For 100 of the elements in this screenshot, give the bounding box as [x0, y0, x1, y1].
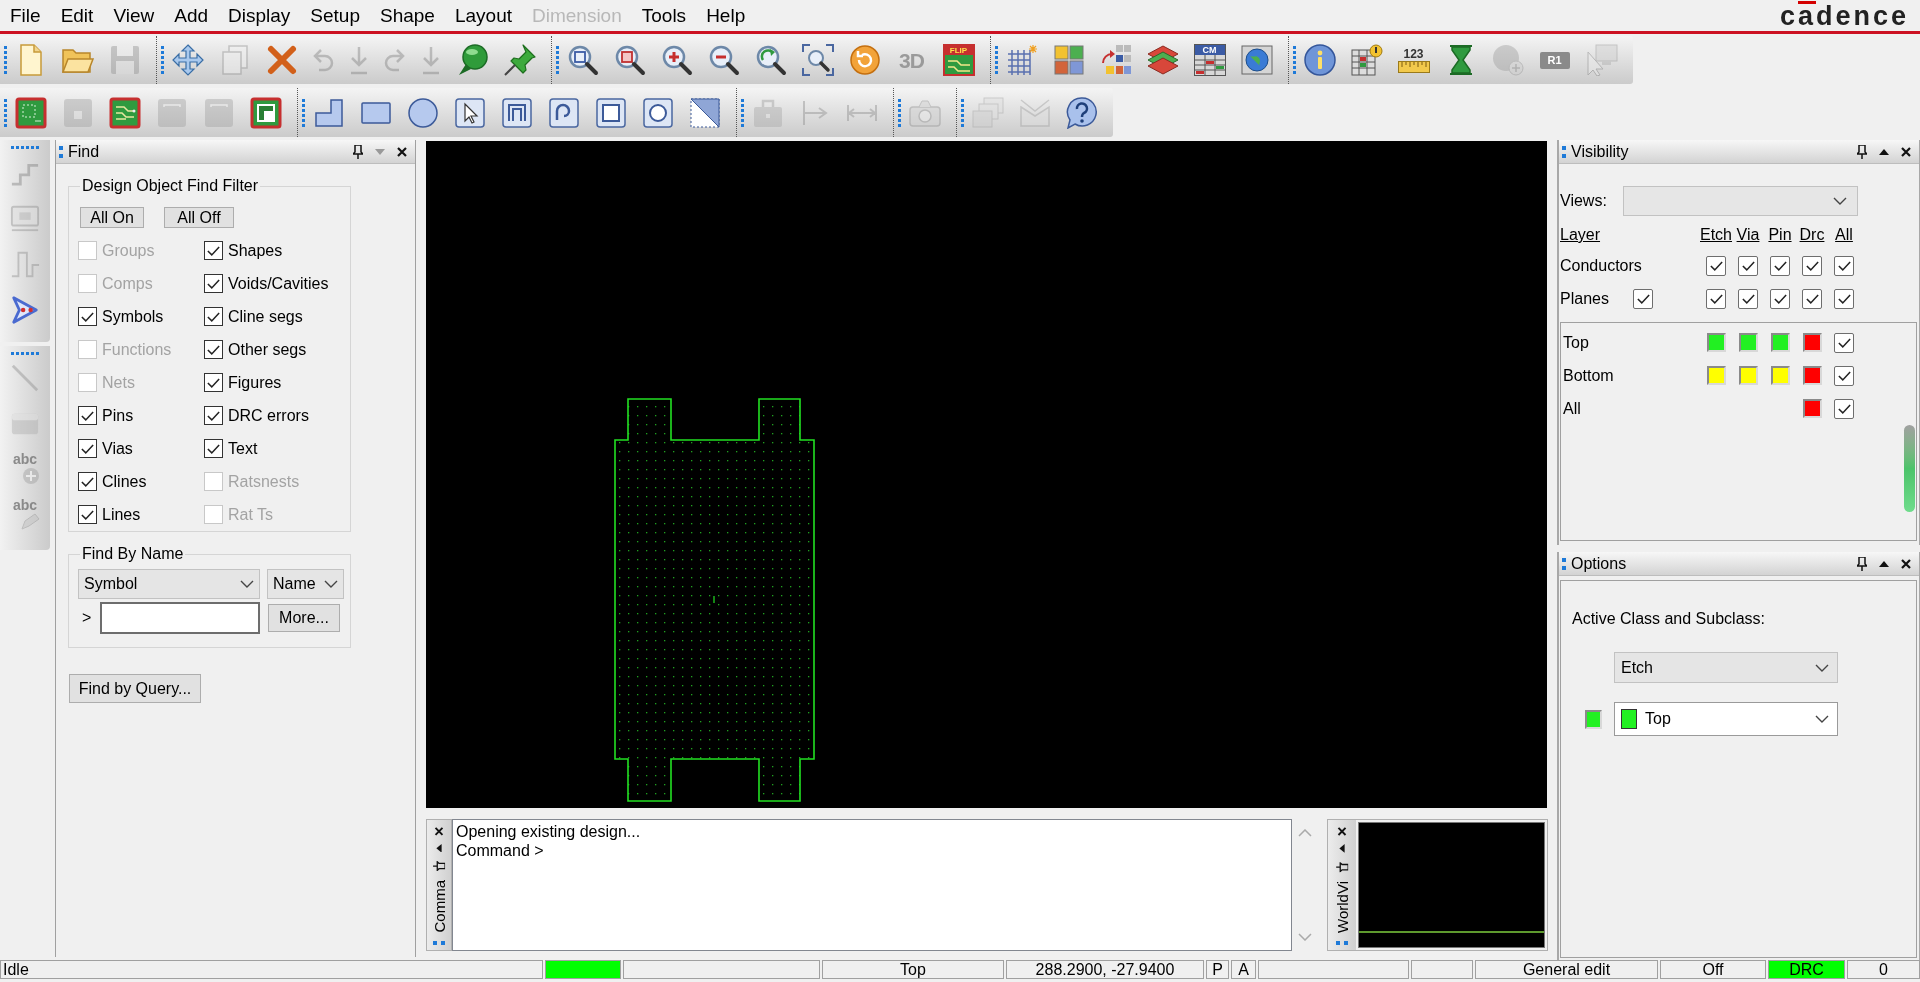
- color-swatch[interactable]: [1802, 333, 1822, 352]
- grip-dots-icon[interactable]: [433, 941, 445, 945]
- menu-item[interactable]: Add: [164, 4, 219, 27]
- checkbox[interactable]: [1633, 289, 1653, 309]
- color-swatch[interactable]: [1770, 333, 1790, 352]
- info-icon[interactable]: [1303, 44, 1336, 76]
- filter-button[interactable]: All Off: [164, 207, 234, 228]
- circle-in-square-icon[interactable]: [641, 96, 674, 129]
- caret-up-icon[interactable]: [1879, 148, 1889, 155]
- checkbox[interactable]: [78, 406, 97, 425]
- close-icon[interactable]: [434, 827, 444, 836]
- more-button[interactable]: More...: [268, 604, 340, 632]
- menu-item[interactable]: Tools: [631, 4, 697, 27]
- checkbox[interactable]: [78, 472, 97, 491]
- tiles-icon[interactable]: [1052, 44, 1085, 76]
- menu-item[interactable]: Edit: [50, 4, 104, 27]
- checkbox[interactable]: [1770, 289, 1790, 309]
- grid-icon[interactable]: [1005, 44, 1038, 76]
- color-swatch[interactable]: [1738, 366, 1758, 385]
- caret-down-icon[interactable]: [375, 148, 385, 155]
- grip-dots-icon[interactable]: [995, 46, 998, 74]
- world-view-canvas[interactable]: [1358, 822, 1545, 948]
- balloon-icon[interactable]: [456, 44, 489, 76]
- grip-dots-icon[interactable]: [741, 98, 744, 127]
- flip-button[interactable]: FLIP: [942, 44, 975, 76]
- checkbox[interactable]: [1802, 289, 1822, 309]
- checkbox[interactable]: [78, 439, 97, 458]
- grip-dots-icon[interactable]: [4, 98, 7, 127]
- grip-dots-icon[interactable]: [1293, 46, 1296, 74]
- column-toggle-link[interactable]: Pin: [1768, 223, 1792, 247]
- column-toggle-link[interactable]: Drc: [1799, 223, 1825, 247]
- checkbox[interactable]: [1834, 365, 1854, 386]
- column-toggle-link[interactable]: Layer: [1560, 226, 1601, 243]
- close-icon[interactable]: [1337, 827, 1347, 836]
- grip-dots-icon[interactable]: [1562, 557, 1566, 570]
- grip-dots-icon[interactable]: [11, 146, 39, 149]
- checkbox[interactable]: [78, 505, 97, 524]
- column-toggle-link[interactable]: Etch: [1700, 223, 1732, 247]
- checkbox[interactable]: [1834, 256, 1854, 276]
- delete-icon[interactable]: [265, 44, 298, 76]
- grip-dots-icon[interactable]: [302, 98, 305, 127]
- grip-dots-icon[interactable]: [1562, 145, 1566, 158]
- board-notch-icon[interactable]: [249, 96, 282, 129]
- pin-icon[interactable]: [353, 144, 363, 159]
- grip-dots-icon[interactable]: [161, 46, 164, 74]
- layer-stack-icon[interactable]: [1146, 44, 1179, 76]
- grip-dots-icon[interactable]: [11, 352, 39, 355]
- grip-dots-icon[interactable]: [556, 46, 559, 74]
- checkbox[interactable]: [204, 274, 223, 293]
- close-icon[interactable]: [1901, 558, 1911, 569]
- command-output[interactable]: Opening existing design... Command >: [452, 819, 1292, 951]
- checkbox[interactable]: [204, 340, 223, 359]
- checkbox[interactable]: [1738, 289, 1758, 309]
- checkbox[interactable]: [1834, 398, 1854, 419]
- menu-item[interactable]: Layout: [444, 4, 522, 27]
- pin-icon[interactable]: [432, 861, 446, 872]
- l-shape-icon[interactable]: [312, 96, 345, 129]
- zoom-in-icon[interactable]: [660, 44, 693, 76]
- checkbox[interactable]: [1706, 256, 1726, 276]
- class-dropdown[interactable]: Etch: [1614, 652, 1838, 683]
- caret-left-icon[interactable]: [436, 843, 442, 853]
- column-toggle-link[interactable]: Via: [1736, 223, 1760, 247]
- board-icon[interactable]: [14, 96, 47, 129]
- board-traces-icon[interactable]: [108, 96, 141, 129]
- caret-up-icon[interactable]: [1879, 560, 1889, 567]
- pushpin-icon[interactable]: [503, 44, 536, 76]
- grip-dots-icon[interactable]: [59, 145, 63, 158]
- chevron-icon[interactable]: [10, 295, 40, 325]
- zoom-fit-icon[interactable]: [613, 44, 646, 76]
- zoom-world-icon[interactable]: [801, 44, 834, 76]
- color-swatch[interactable]: [1802, 399, 1822, 418]
- cut-square-icon[interactable]: [688, 96, 721, 129]
- tiles-arrow-icon[interactable]: [1099, 44, 1132, 76]
- close-icon[interactable]: [1901, 146, 1911, 157]
- move-arrows-icon[interactable]: [171, 44, 204, 76]
- nested-shape-icon[interactable]: [500, 96, 533, 129]
- checkbox[interactable]: [204, 373, 223, 392]
- color-swatch[interactable]: [1706, 333, 1726, 352]
- checkbox[interactable]: [1834, 332, 1854, 353]
- checkbox[interactable]: [1802, 256, 1822, 276]
- pin-icon[interactable]: [1857, 556, 1867, 571]
- color-swatch[interactable]: [1802, 366, 1822, 385]
- layer-label[interactable]: All: [1563, 399, 1581, 417]
- board-shape[interactable]: [614, 398, 815, 802]
- filter-button[interactable]: All On: [80, 207, 144, 228]
- checkbox[interactable]: [1834, 289, 1854, 309]
- help-icon[interactable]: [1065, 96, 1098, 129]
- checkbox[interactable]: [204, 307, 223, 326]
- checkbox[interactable]: [204, 439, 223, 458]
- layer-label[interactable]: Top: [1563, 333, 1589, 351]
- zoom-previous-icon[interactable]: [754, 44, 787, 76]
- menu-item[interactable]: Help: [696, 4, 756, 27]
- menu-item[interactable]: Shape: [370, 4, 445, 27]
- object-type-dropdown[interactable]: Symbol: [78, 569, 260, 599]
- close-icon[interactable]: [397, 146, 407, 157]
- square-icon[interactable]: [594, 96, 627, 129]
- checkbox[interactable]: [78, 307, 97, 326]
- column-toggle-link[interactable]: All: [1835, 223, 1853, 247]
- name-input-field[interactable]: [100, 602, 260, 634]
- menu-item[interactable]: View: [103, 4, 165, 27]
